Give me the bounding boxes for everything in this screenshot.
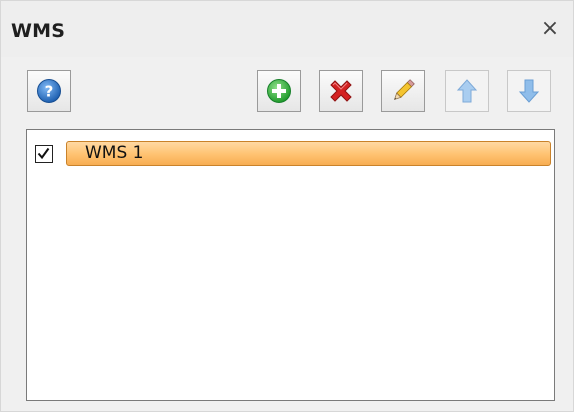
- wms-panel: WMS × ? WMS 1: [0, 0, 574, 412]
- delete-button[interactable]: [319, 70, 363, 112]
- list-item-selected[interactable]: WMS 1: [66, 141, 551, 166]
- delete-icon: [330, 80, 352, 102]
- add-icon: [267, 79, 291, 103]
- help-button[interactable]: ?: [27, 70, 71, 112]
- wms-list[interactable]: WMS 1: [26, 129, 555, 401]
- panel-title: WMS: [11, 20, 66, 42]
- list-item-label: WMS 1: [85, 143, 144, 163]
- move-up-button[interactable]: [445, 70, 489, 112]
- close-button[interactable]: ×: [539, 17, 561, 41]
- item-checkbox[interactable]: [35, 145, 53, 163]
- arrow-up-icon: [456, 79, 478, 103]
- list-item: WMS 1: [35, 138, 553, 166]
- arrow-down-icon: [518, 79, 540, 103]
- svg-text:?: ?: [45, 83, 54, 101]
- add-button[interactable]: [257, 70, 301, 112]
- edit-icon: [393, 79, 415, 101]
- move-down-button[interactable]: [507, 70, 551, 112]
- help-icon: ?: [37, 79, 61, 103]
- checkmark-icon: [37, 147, 50, 160]
- title-bar: WMS ×: [1, 1, 573, 57]
- close-icon: ×: [540, 16, 560, 41]
- edit-button[interactable]: [381, 70, 425, 112]
